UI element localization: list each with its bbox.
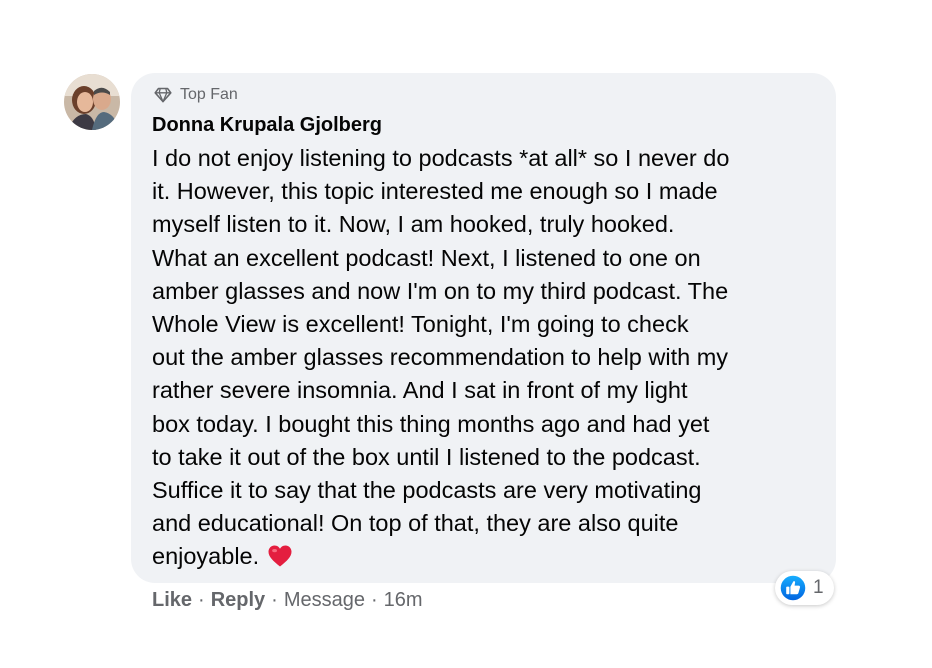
comment-bubble: Top Fan Donna Krupala Gjolberg I do not … — [131, 73, 836, 583]
badge-label: Top Fan — [180, 86, 238, 103]
reaction-summary[interactable]: 1 — [775, 571, 834, 605]
top-fan-badge[interactable]: Top Fan — [152, 84, 818, 106]
separator: · — [371, 589, 378, 611]
timestamp[interactable]: 16m — [384, 589, 423, 612]
like-button[interactable]: Like — [152, 589, 192, 612]
avatar-photo — [64, 74, 120, 130]
comment-actions: Like · Reply · Message · 16m — [152, 589, 423, 612]
separator: · — [271, 589, 278, 611]
comment-body: I do not enjoy listening to podcasts *at… — [152, 145, 730, 570]
comment-text: I do not enjoy listening to podcasts *at… — [152, 142, 818, 578]
message-button[interactable]: Message — [284, 589, 365, 612]
author-name[interactable]: Donna Krupala Gjolberg — [152, 112, 818, 138]
diamond-icon — [152, 86, 174, 104]
reaction-count: 1 — [813, 577, 824, 598]
avatar[interactable] — [64, 74, 120, 130]
separator: · — [198, 589, 205, 611]
red-heart-icon — [267, 544, 293, 577]
like-icon — [779, 574, 807, 602]
reply-button[interactable]: Reply — [211, 589, 265, 612]
